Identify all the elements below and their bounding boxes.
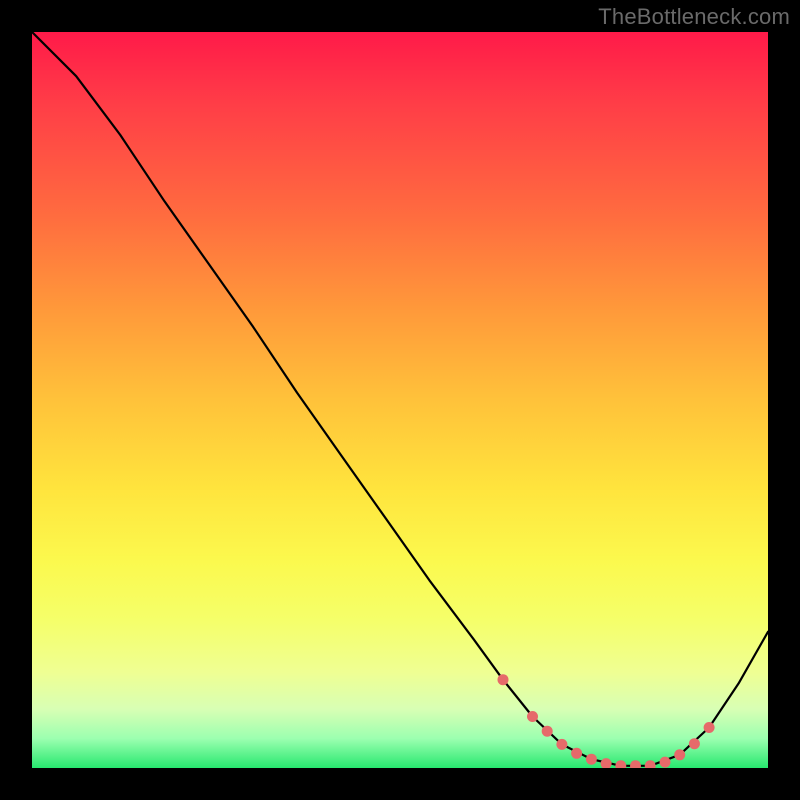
watermark-text: TheBottleneck.com (598, 4, 790, 30)
marker-dot (542, 726, 553, 737)
marker-dot (615, 760, 626, 768)
marker-dot (674, 749, 685, 760)
marker-dot (601, 758, 612, 768)
chart-svg (32, 32, 768, 768)
curve-line (32, 32, 768, 766)
marker-dot (571, 748, 582, 759)
marker-dot (704, 722, 715, 733)
plot-area (32, 32, 768, 768)
marker-dot (689, 738, 700, 749)
marker-dot (527, 711, 538, 722)
marker-dot (630, 760, 641, 768)
marker-dot (498, 674, 509, 685)
marker-group (498, 674, 715, 768)
marker-dot (660, 757, 671, 768)
marker-dot (586, 754, 597, 765)
marker-dot (556, 739, 567, 750)
marker-dot (645, 760, 656, 768)
chart-frame: TheBottleneck.com (0, 0, 800, 800)
